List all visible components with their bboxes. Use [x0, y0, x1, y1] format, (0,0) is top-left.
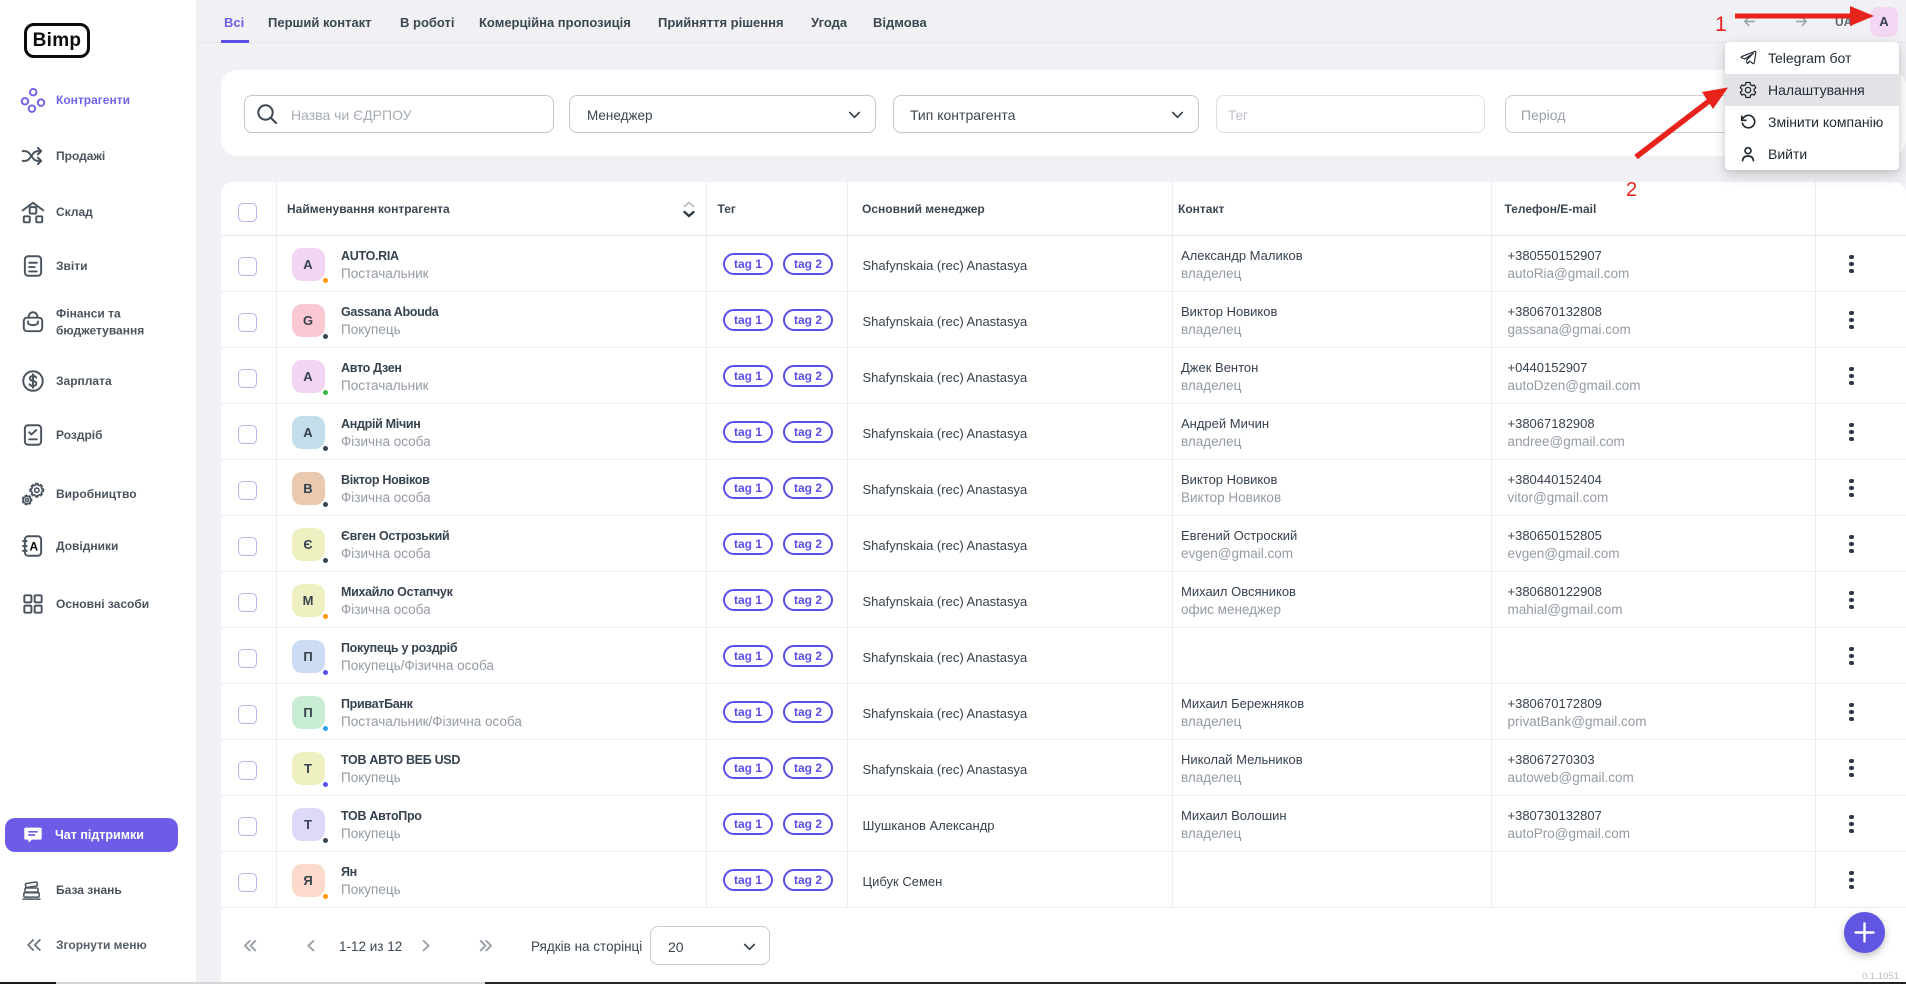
- svg-text:2: 2: [1626, 179, 1637, 201]
- svg-text:A: A: [30, 539, 39, 553]
- svg-text:1: 1: [1715, 13, 1727, 36]
